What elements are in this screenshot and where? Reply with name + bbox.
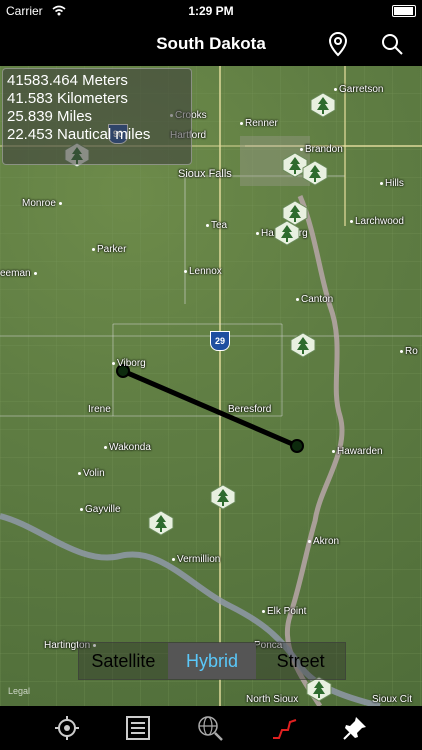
place-label: North Sioux: [246, 694, 299, 705]
tab-bar: [0, 706, 422, 750]
place-label: Vermillion: [172, 554, 220, 565]
interstate-29-shield: 29: [210, 331, 230, 351]
distance-meters: 41583.464 Meters: [7, 72, 128, 89]
status-bar: Carrier 1:29 PM: [0, 0, 422, 22]
place-label: Beresford: [228, 404, 272, 415]
place-label: Wakonda: [104, 442, 151, 453]
place-label: Tea: [206, 220, 227, 231]
place-label: Garretson: [334, 84, 383, 95]
place-label: Sioux Cit: [372, 694, 413, 705]
place-label: Irene: [88, 404, 111, 415]
place-label: Canton: [296, 294, 333, 305]
status-time: 1:29 PM: [188, 4, 234, 18]
map-type-satellite[interactable]: Satellite: [79, 643, 168, 679]
page-title: South Dakota: [156, 34, 266, 53]
place-label: Gayville: [80, 504, 121, 515]
place-label: Hills: [380, 178, 404, 189]
place-label: Sioux Falls: [178, 168, 232, 180]
park-marker-icon[interactable]: [310, 92, 336, 118]
place-label: Elk Point: [262, 606, 306, 617]
map-type-street[interactable]: Street: [256, 643, 345, 679]
measure-path-icon[interactable]: [270, 714, 298, 742]
legal-link[interactable]: Legal: [8, 686, 30, 696]
park-marker-icon[interactable]: [274, 220, 300, 246]
battery-icon: [392, 5, 416, 17]
map-type-hybrid[interactable]: Hybrid: [167, 643, 257, 679]
place-label: Viborg: [112, 358, 146, 369]
map-type-segmented-control: Satellite Hybrid Street: [78, 642, 346, 680]
navigation-bar: South Dakota: [0, 22, 422, 66]
globe-search-icon[interactable]: [196, 714, 224, 742]
map-view[interactable]: 29 90 Garretson Crooks Renner Brandon Ha…: [0, 66, 422, 706]
list-icon[interactable]: [124, 714, 152, 742]
park-marker-icon[interactable]: [210, 484, 236, 510]
map-pin-icon[interactable]: [324, 30, 352, 58]
distance-kilometers: 41.583 Kilometers: [7, 90, 128, 107]
place-label: Renner: [240, 118, 278, 129]
place-label: eeman: [0, 268, 39, 279]
place-label: Volin: [78, 468, 105, 479]
place-label: Parker: [92, 244, 126, 255]
locate-icon[interactable]: [53, 714, 81, 742]
pushpin-icon[interactable]: [341, 714, 369, 742]
distance-info-panel: 41583.464 Meters 41.583 Kilometers 25.83…: [2, 68, 192, 165]
park-marker-icon[interactable]: [290, 332, 316, 358]
place-label: Larchwood: [350, 216, 404, 227]
park-marker-icon[interactable]: [148, 510, 174, 536]
place-label: Akron: [308, 536, 339, 547]
park-marker-icon[interactable]: [302, 160, 328, 186]
search-icon[interactable]: [378, 30, 406, 58]
place-label: Lennox: [184, 266, 222, 277]
place-label: Ro: [400, 346, 418, 357]
place-label: Monroe: [22, 198, 64, 209]
distance-nautical-miles: 22.453 Nautical miles: [7, 126, 151, 143]
place-label: Hawarden: [332, 446, 383, 457]
distance-miles: 25.839 Miles: [7, 108, 93, 125]
